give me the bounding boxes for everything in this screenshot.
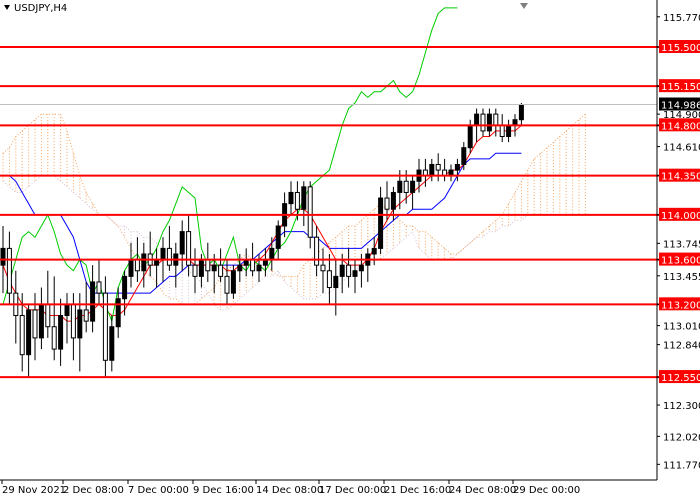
candle-body bbox=[474, 113, 480, 126]
price-tick-label: 113.455 bbox=[663, 272, 700, 283]
candle-body bbox=[352, 270, 358, 277]
level-label: 113.200 bbox=[661, 300, 700, 311]
current-price-label: 114.986 bbox=[661, 101, 700, 112]
candle-body bbox=[480, 113, 486, 132]
symbol-title-group: USDJPY,H4 bbox=[4, 3, 67, 14]
candle-body bbox=[38, 303, 44, 339]
candle-body bbox=[314, 236, 320, 266]
time-tick-label: 21 Dec 16:00 bbox=[384, 485, 451, 496]
candle-body bbox=[390, 191, 396, 210]
candle-body bbox=[83, 309, 89, 322]
candle-body bbox=[397, 180, 403, 193]
candle-body bbox=[320, 264, 326, 272]
candle-body bbox=[461, 147, 467, 165]
candle-body bbox=[192, 264, 198, 277]
candle-body bbox=[45, 303, 51, 328]
level-label: 112.550 bbox=[661, 373, 700, 384]
candle-body bbox=[122, 275, 128, 300]
time-tick-label: 17 Dec 00:00 bbox=[319, 485, 386, 496]
candle-body bbox=[32, 309, 38, 339]
time-tick-label: 29 Dec 00:00 bbox=[513, 485, 580, 496]
candle-body bbox=[518, 104, 524, 121]
time-tick-label: 14 Dec 08:00 bbox=[256, 485, 323, 496]
candle-body bbox=[141, 253, 147, 272]
candle-body bbox=[128, 259, 134, 277]
candle-body bbox=[19, 315, 25, 356]
candle-body bbox=[58, 315, 64, 350]
candle-body bbox=[211, 264, 217, 272]
candle-body bbox=[301, 186, 307, 210]
candle-body bbox=[64, 303, 70, 317]
price-tick-label: 112.300 bbox=[663, 401, 700, 412]
chart-background bbox=[0, 0, 700, 500]
candle-body bbox=[134, 259, 140, 272]
candle-body bbox=[218, 264, 224, 277]
candle-body bbox=[326, 270, 332, 289]
candle-body bbox=[179, 231, 185, 255]
candle-body bbox=[499, 124, 505, 138]
time-tick-label: 9 Dec 16:00 bbox=[193, 485, 254, 496]
price-tick-label: 113.745 bbox=[663, 239, 700, 250]
candle-body bbox=[410, 180, 416, 193]
candle-body bbox=[467, 124, 473, 149]
level-label: 113.600 bbox=[661, 256, 700, 267]
candle-body bbox=[70, 303, 76, 339]
candle-body bbox=[90, 281, 96, 322]
candle-body bbox=[346, 264, 352, 277]
candle-body bbox=[102, 292, 108, 361]
candle-body bbox=[224, 275, 230, 294]
candle-body bbox=[384, 197, 390, 210]
candle-body bbox=[166, 247, 172, 266]
candle-body bbox=[96, 281, 102, 294]
candle-body bbox=[294, 191, 300, 210]
candle-body bbox=[6, 247, 12, 294]
candle-body bbox=[486, 113, 492, 132]
candle-body bbox=[237, 264, 243, 272]
time-tick-label: 2 Dec 08:00 bbox=[63, 485, 124, 496]
candle-body bbox=[198, 259, 204, 277]
price-chart-svg[interactable]: 115.770115.500115.150114.900114.800114.6… bbox=[0, 0, 700, 500]
price-tick-label: 115.770 bbox=[663, 13, 700, 24]
level-label: 114.800 bbox=[661, 121, 700, 132]
candle-body bbox=[493, 113, 499, 126]
level-label: 114.000 bbox=[661, 211, 700, 222]
candle-body bbox=[506, 124, 512, 138]
level-label: 114.350 bbox=[661, 172, 700, 183]
candle-body bbox=[339, 264, 345, 277]
candle-body bbox=[230, 270, 236, 294]
candle-body bbox=[115, 298, 121, 328]
candle-body bbox=[429, 163, 435, 177]
candle-body bbox=[333, 275, 339, 289]
candle-body bbox=[435, 163, 441, 171]
candle-body bbox=[378, 197, 384, 249]
candle-body bbox=[77, 309, 83, 339]
candle-body bbox=[250, 259, 256, 272]
time-tick-label: 29 Nov 2021 bbox=[2, 485, 66, 496]
candle-body bbox=[109, 326, 115, 361]
price-tick-label: 111.770 bbox=[663, 460, 700, 471]
price-tick-label: 114.610 bbox=[663, 143, 700, 154]
candle-body bbox=[256, 264, 262, 272]
candle-body bbox=[371, 247, 377, 255]
candle-body bbox=[454, 163, 460, 171]
candle-body bbox=[205, 259, 211, 272]
time-tick-label: 24 Dec 08:00 bbox=[449, 485, 516, 496]
time-tick-label: 7 Dec 00:00 bbox=[128, 485, 189, 496]
candle-body bbox=[307, 186, 313, 238]
price-tick-label: 112.840 bbox=[663, 341, 700, 352]
candle-body bbox=[0, 247, 6, 266]
level-label: 115.150 bbox=[661, 82, 700, 93]
price-tick-label: 112.020 bbox=[663, 432, 700, 443]
candle-body bbox=[160, 247, 166, 261]
candle-body bbox=[26, 309, 32, 356]
candle-body bbox=[403, 180, 409, 193]
price-tick-label: 113.010 bbox=[663, 322, 700, 333]
level-label: 115.500 bbox=[661, 43, 700, 54]
candle-body bbox=[358, 264, 364, 272]
candle-body bbox=[269, 247, 275, 261]
symbol-title: USDJPY,H4 bbox=[14, 3, 67, 14]
candle-body bbox=[275, 225, 281, 249]
candle-body bbox=[288, 191, 294, 205]
candle-body bbox=[51, 326, 57, 350]
